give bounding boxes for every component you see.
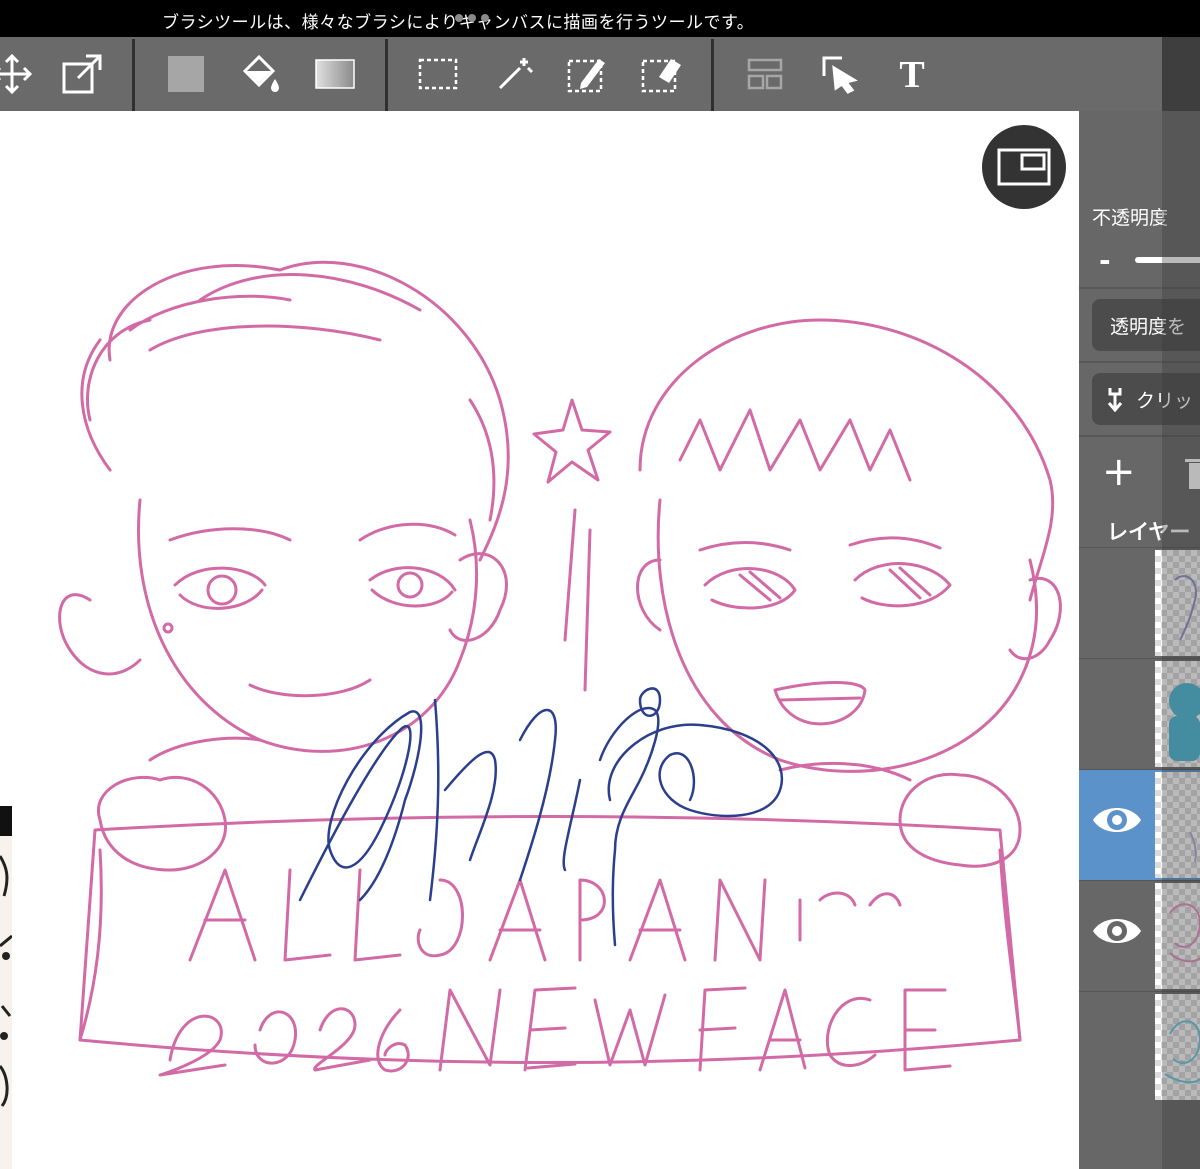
toolbar: T (0, 37, 1162, 111)
gradient-tool-icon[interactable] (305, 37, 365, 111)
opacity-label: 不透明度 (1092, 207, 1169, 229)
layer-panel: 不透明度 - 透明度を クリッ + レイヤー (1079, 111, 1200, 1169)
opacity-lock-label: 透明度を (1110, 315, 1187, 338)
layer-row-selected[interactable] (1079, 769, 1200, 880)
clipping-label: クリッ (1136, 389, 1194, 412)
toolbar-edge (1162, 37, 1200, 111)
page-indicator (455, 14, 489, 22)
text-tool-icon[interactable]: T (882, 37, 942, 111)
bucket-tool-icon[interactable] (230, 37, 290, 111)
eye-icon[interactable] (1091, 911, 1143, 951)
eye-icon[interactable] (1091, 800, 1143, 840)
layer-thumbnail (1155, 772, 1200, 878)
move-tool-icon[interactable] (0, 37, 42, 111)
view-toggle-button[interactable] (982, 125, 1066, 209)
opacity-decrease-button[interactable]: - (1099, 244, 1111, 277)
layer-row[interactable] (1079, 658, 1200, 769)
sketch-artwork (58, 260, 1062, 1077)
clipping-arrow-icon (1107, 388, 1123, 412)
clipping-button[interactable]: クリッ (1092, 373, 1200, 425)
svg-text:T: T (899, 56, 924, 92)
magic-wand-icon[interactable] (484, 37, 544, 111)
trash-icon[interactable] (1185, 457, 1200, 489)
transform-tool-icon[interactable] (52, 37, 112, 111)
layer-thumbnail (1155, 883, 1200, 989)
select-object-icon[interactable] (810, 37, 870, 111)
layout-tool-icon[interactable] (735, 37, 795, 111)
layer-thumbnail (1155, 661, 1200, 767)
layer-row[interactable] (1079, 880, 1200, 991)
layers-title: レイヤー (1107, 520, 1191, 544)
opacity-lock-button[interactable]: 透明度を (1092, 299, 1200, 351)
selection-pen-icon[interactable] (558, 37, 618, 111)
add-layer-button[interactable]: + (1102, 452, 1136, 492)
window-icon (997, 148, 1051, 186)
layer-thumbnail (1155, 994, 1200, 1100)
selection-eraser-icon[interactable] (632, 37, 692, 111)
selection-tool-icon[interactable] (408, 37, 468, 111)
fill-color-icon[interactable] (156, 37, 216, 111)
opacity-slider[interactable] (1135, 257, 1200, 263)
tip-bar: ブラシツールは、様々なブラシによりキャンバスに描画を行うツールです。 (0, 0, 1200, 37)
layer-row[interactable] (1079, 547, 1200, 658)
drawing-canvas[interactable] (0, 111, 1079, 1169)
adjacent-image-edge (0, 806, 12, 1169)
layer-thumbnail (1155, 550, 1200, 656)
layer-row[interactable] (1079, 991, 1200, 1102)
